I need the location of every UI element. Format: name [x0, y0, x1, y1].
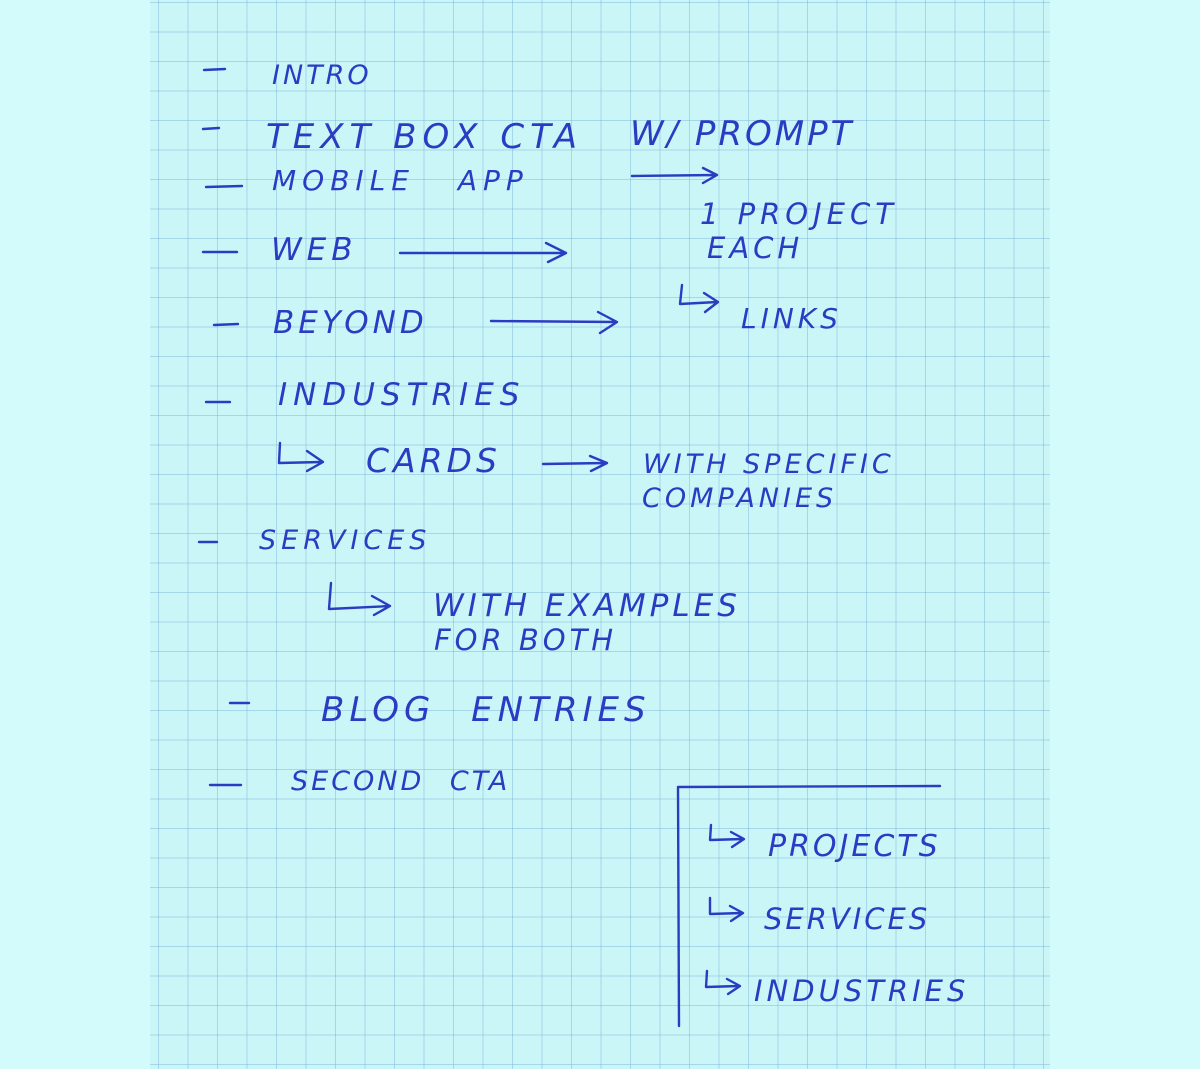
grid-paper-sheet [150, 0, 1050, 1069]
